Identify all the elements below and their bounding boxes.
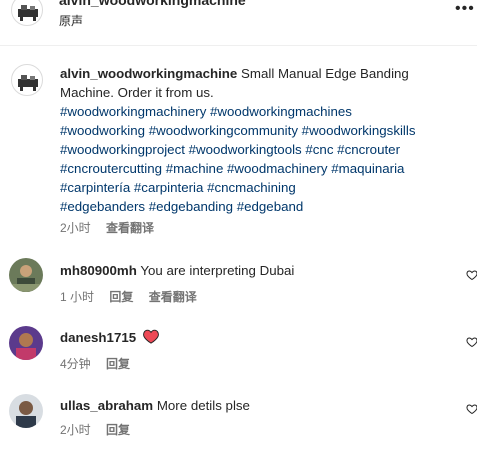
hashtag-line[interactable]: #cncroutercutting #machine #woodmachiner… xyxy=(60,161,404,176)
reply-button[interactable]: 回复 xyxy=(106,423,130,437)
comment-meta: 4分钟 回复 xyxy=(60,355,142,372)
comment-time[interactable]: 2小时 xyxy=(60,423,91,437)
comment-body: More detils plse xyxy=(156,398,250,413)
red-heart-emoji-icon xyxy=(142,329,159,344)
commenter-avatar[interactable] xyxy=(9,326,43,360)
hashtag-line[interactable]: #woodworkingmachinery #woodworkingmachin… xyxy=(60,104,352,119)
profile-photo-icon xyxy=(9,258,43,292)
commenter-avatar[interactable] xyxy=(9,258,43,292)
hashtag-line[interactable]: #edgebanders #edgebanding #edgeband xyxy=(60,199,303,214)
machine-logo-icon xyxy=(18,5,38,21)
comment-body: You are interpreting Dubai xyxy=(140,263,295,278)
like-heart-icon[interactable] xyxy=(466,336,477,348)
comment-meta: 1 小时 回复 查看翻译 xyxy=(60,288,209,305)
author-avatar[interactable] xyxy=(11,0,43,26)
profile-photo-icon xyxy=(9,394,43,428)
caption-meta: 2小时 查看翻译 xyxy=(60,219,166,236)
commenter-username[interactable]: danesh1715 xyxy=(60,330,136,345)
translate-button[interactable]: 查看翻译 xyxy=(106,221,154,235)
caption-username[interactable]: alvin_woodworkingmachine xyxy=(60,66,237,81)
reply-button[interactable]: 回复 xyxy=(109,290,133,304)
commenter-username[interactable]: mh80900mh xyxy=(60,263,137,278)
comment-text: danesh1715 xyxy=(60,329,159,347)
comment-text: ullas_abraham More detils plse xyxy=(60,397,250,415)
post-header: alvin_woodworkingmachine 原声 ••• xyxy=(0,0,477,45)
hashtag-line[interactable]: #carpintería #carpinteria #cncmachining xyxy=(60,180,296,195)
audio-label[interactable]: 原声 xyxy=(59,12,83,29)
comment-item: ullas_abraham More detils plse 2小时 回复 xyxy=(0,394,477,442)
comment-item: mh80900mh You are interpreting Dubai 1 小… xyxy=(0,258,477,306)
comment-text: mh80900mh You are interpreting Dubai xyxy=(60,262,294,280)
caption-avatar[interactable] xyxy=(11,64,43,96)
comment-item: danesh1715 4分钟 回复 xyxy=(0,326,477,374)
comment-time[interactable]: 1 小时 xyxy=(60,290,94,304)
author-username[interactable]: alvin_woodworkingmachine xyxy=(59,0,246,8)
like-heart-icon[interactable] xyxy=(466,269,477,281)
header-divider xyxy=(0,45,477,46)
caption-body: alvin_woodworkingmachine Small Manual Ed… xyxy=(60,64,460,216)
hashtag-line[interactable]: #woodworking #woodworkingcommunity #wood… xyxy=(60,123,415,138)
translate-button[interactable]: 查看翻译 xyxy=(149,290,197,304)
comment-time[interactable]: 4分钟 xyxy=(60,357,91,371)
caption-time[interactable]: 2小时 xyxy=(60,221,91,235)
commenter-avatar[interactable] xyxy=(9,394,43,428)
profile-photo-icon xyxy=(9,326,43,360)
more-options-icon[interactable]: ••• xyxy=(455,0,475,18)
machine-logo-icon xyxy=(18,75,38,91)
commenter-username[interactable]: ullas_abraham xyxy=(60,398,153,413)
comment-meta: 2小时 回复 xyxy=(60,421,142,438)
hashtag-line[interactable]: #woodworkingproject #woodworkingtools #c… xyxy=(60,142,400,157)
like-heart-icon[interactable] xyxy=(466,403,477,415)
reply-button[interactable]: 回复 xyxy=(106,357,130,371)
